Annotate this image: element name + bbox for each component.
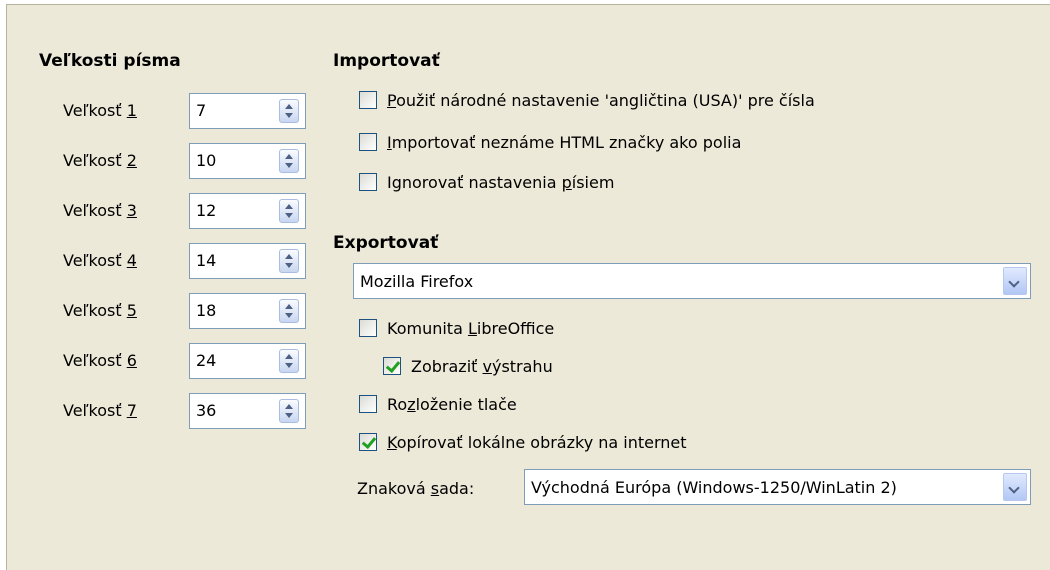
- chevron-down-icon[interactable]: [1003, 473, 1027, 501]
- size-5-spin-arrows-icon[interactable]: [279, 299, 299, 323]
- export-browser-select[interactable]: Mozilla Firefox: [353, 263, 1031, 299]
- size-3-label: Veľkosť 3: [63, 201, 137, 220]
- size-4-value[interactable]: 14: [196, 251, 216, 270]
- print-layout-label[interactable]: Rozloženie tlače: [387, 395, 517, 414]
- size-2-spin-arrows-icon[interactable]: [279, 149, 299, 173]
- size-7-spin-arrows-icon[interactable]: [279, 399, 299, 423]
- size-1-spin[interactable]: 7: [189, 93, 306, 129]
- print-layout-checkbox[interactable]: [359, 395, 377, 413]
- copy-local-images-label[interactable]: Kopírovať lokálne obrázky na internet: [387, 433, 687, 452]
- import-unknown-tags-label[interactable]: Importovať neznáme HTML značky ako polia: [387, 133, 741, 152]
- ignore-font-settings-label[interactable]: Ignorovať nastavenia písiem: [387, 173, 614, 192]
- show-warning-checkbox[interactable]: [383, 357, 401, 375]
- size-1-value[interactable]: 7: [196, 101, 206, 120]
- charset-select[interactable]: Východná Európa (Windows-1250/WinLatin 2…: [524, 469, 1031, 505]
- size-7-label: Veľkosť 7: [63, 401, 137, 420]
- chevron-down-icon[interactable]: [1003, 267, 1027, 295]
- size-5-spin[interactable]: 18: [189, 293, 306, 329]
- size-5-value[interactable]: 18: [196, 301, 216, 320]
- size-6-label: Veľkosť 6: [63, 351, 137, 370]
- use-english-locale-checkbox[interactable]: [359, 91, 377, 109]
- size-1-spin-arrows-icon[interactable]: [279, 99, 299, 123]
- size-5-label: Veľkosť 5: [63, 301, 137, 320]
- options-panel: Veľkosti písma Veľkosť 1 7 Veľkosť 2 10 …: [6, 4, 1050, 570]
- size-7-spin[interactable]: 36: [189, 393, 306, 429]
- copy-local-images-checkbox[interactable]: [359, 433, 377, 451]
- charset-value: Východná Európa (Windows-1250/WinLatin 2…: [531, 478, 897, 497]
- size-2-spin[interactable]: 10: [189, 143, 306, 179]
- import-unknown-tags-checkbox[interactable]: [359, 133, 377, 151]
- export-heading: Exportovať: [333, 233, 439, 253]
- libreoffice-community-checkbox[interactable]: [359, 319, 377, 337]
- size-7-value[interactable]: 36: [196, 401, 216, 420]
- show-warning-label[interactable]: Zobraziť výstrahu: [411, 357, 553, 376]
- size-6-value[interactable]: 24: [196, 351, 216, 370]
- size-2-value[interactable]: 10: [196, 151, 216, 170]
- size-6-spin-arrows-icon[interactable]: [279, 349, 299, 373]
- size-1-label: Veľkosť 1: [63, 101, 137, 120]
- ignore-font-settings-checkbox[interactable]: [359, 173, 377, 191]
- size-3-spin-arrows-icon[interactable]: [279, 199, 299, 223]
- size-3-value[interactable]: 12: [196, 201, 216, 220]
- libreoffice-community-label[interactable]: Komunita LibreOffice: [387, 319, 554, 338]
- size-6-spin[interactable]: 24: [189, 343, 306, 379]
- import-heading: Importovať: [333, 51, 440, 71]
- export-browser-value: Mozilla Firefox: [360, 272, 474, 291]
- size-3-spin[interactable]: 12: [189, 193, 306, 229]
- use-english-locale-label[interactable]: Použiť národné nastavenie 'angličtina (U…: [387, 91, 815, 110]
- size-4-spin-arrows-icon[interactable]: [279, 249, 299, 273]
- font-sizes-heading: Veľkosti písma: [39, 51, 181, 71]
- size-2-label: Veľkosť 2: [63, 151, 137, 170]
- charset-label: Znaková sada:: [357, 479, 475, 498]
- size-4-spin[interactable]: 14: [189, 243, 306, 279]
- size-4-label: Veľkosť 4: [63, 251, 137, 270]
